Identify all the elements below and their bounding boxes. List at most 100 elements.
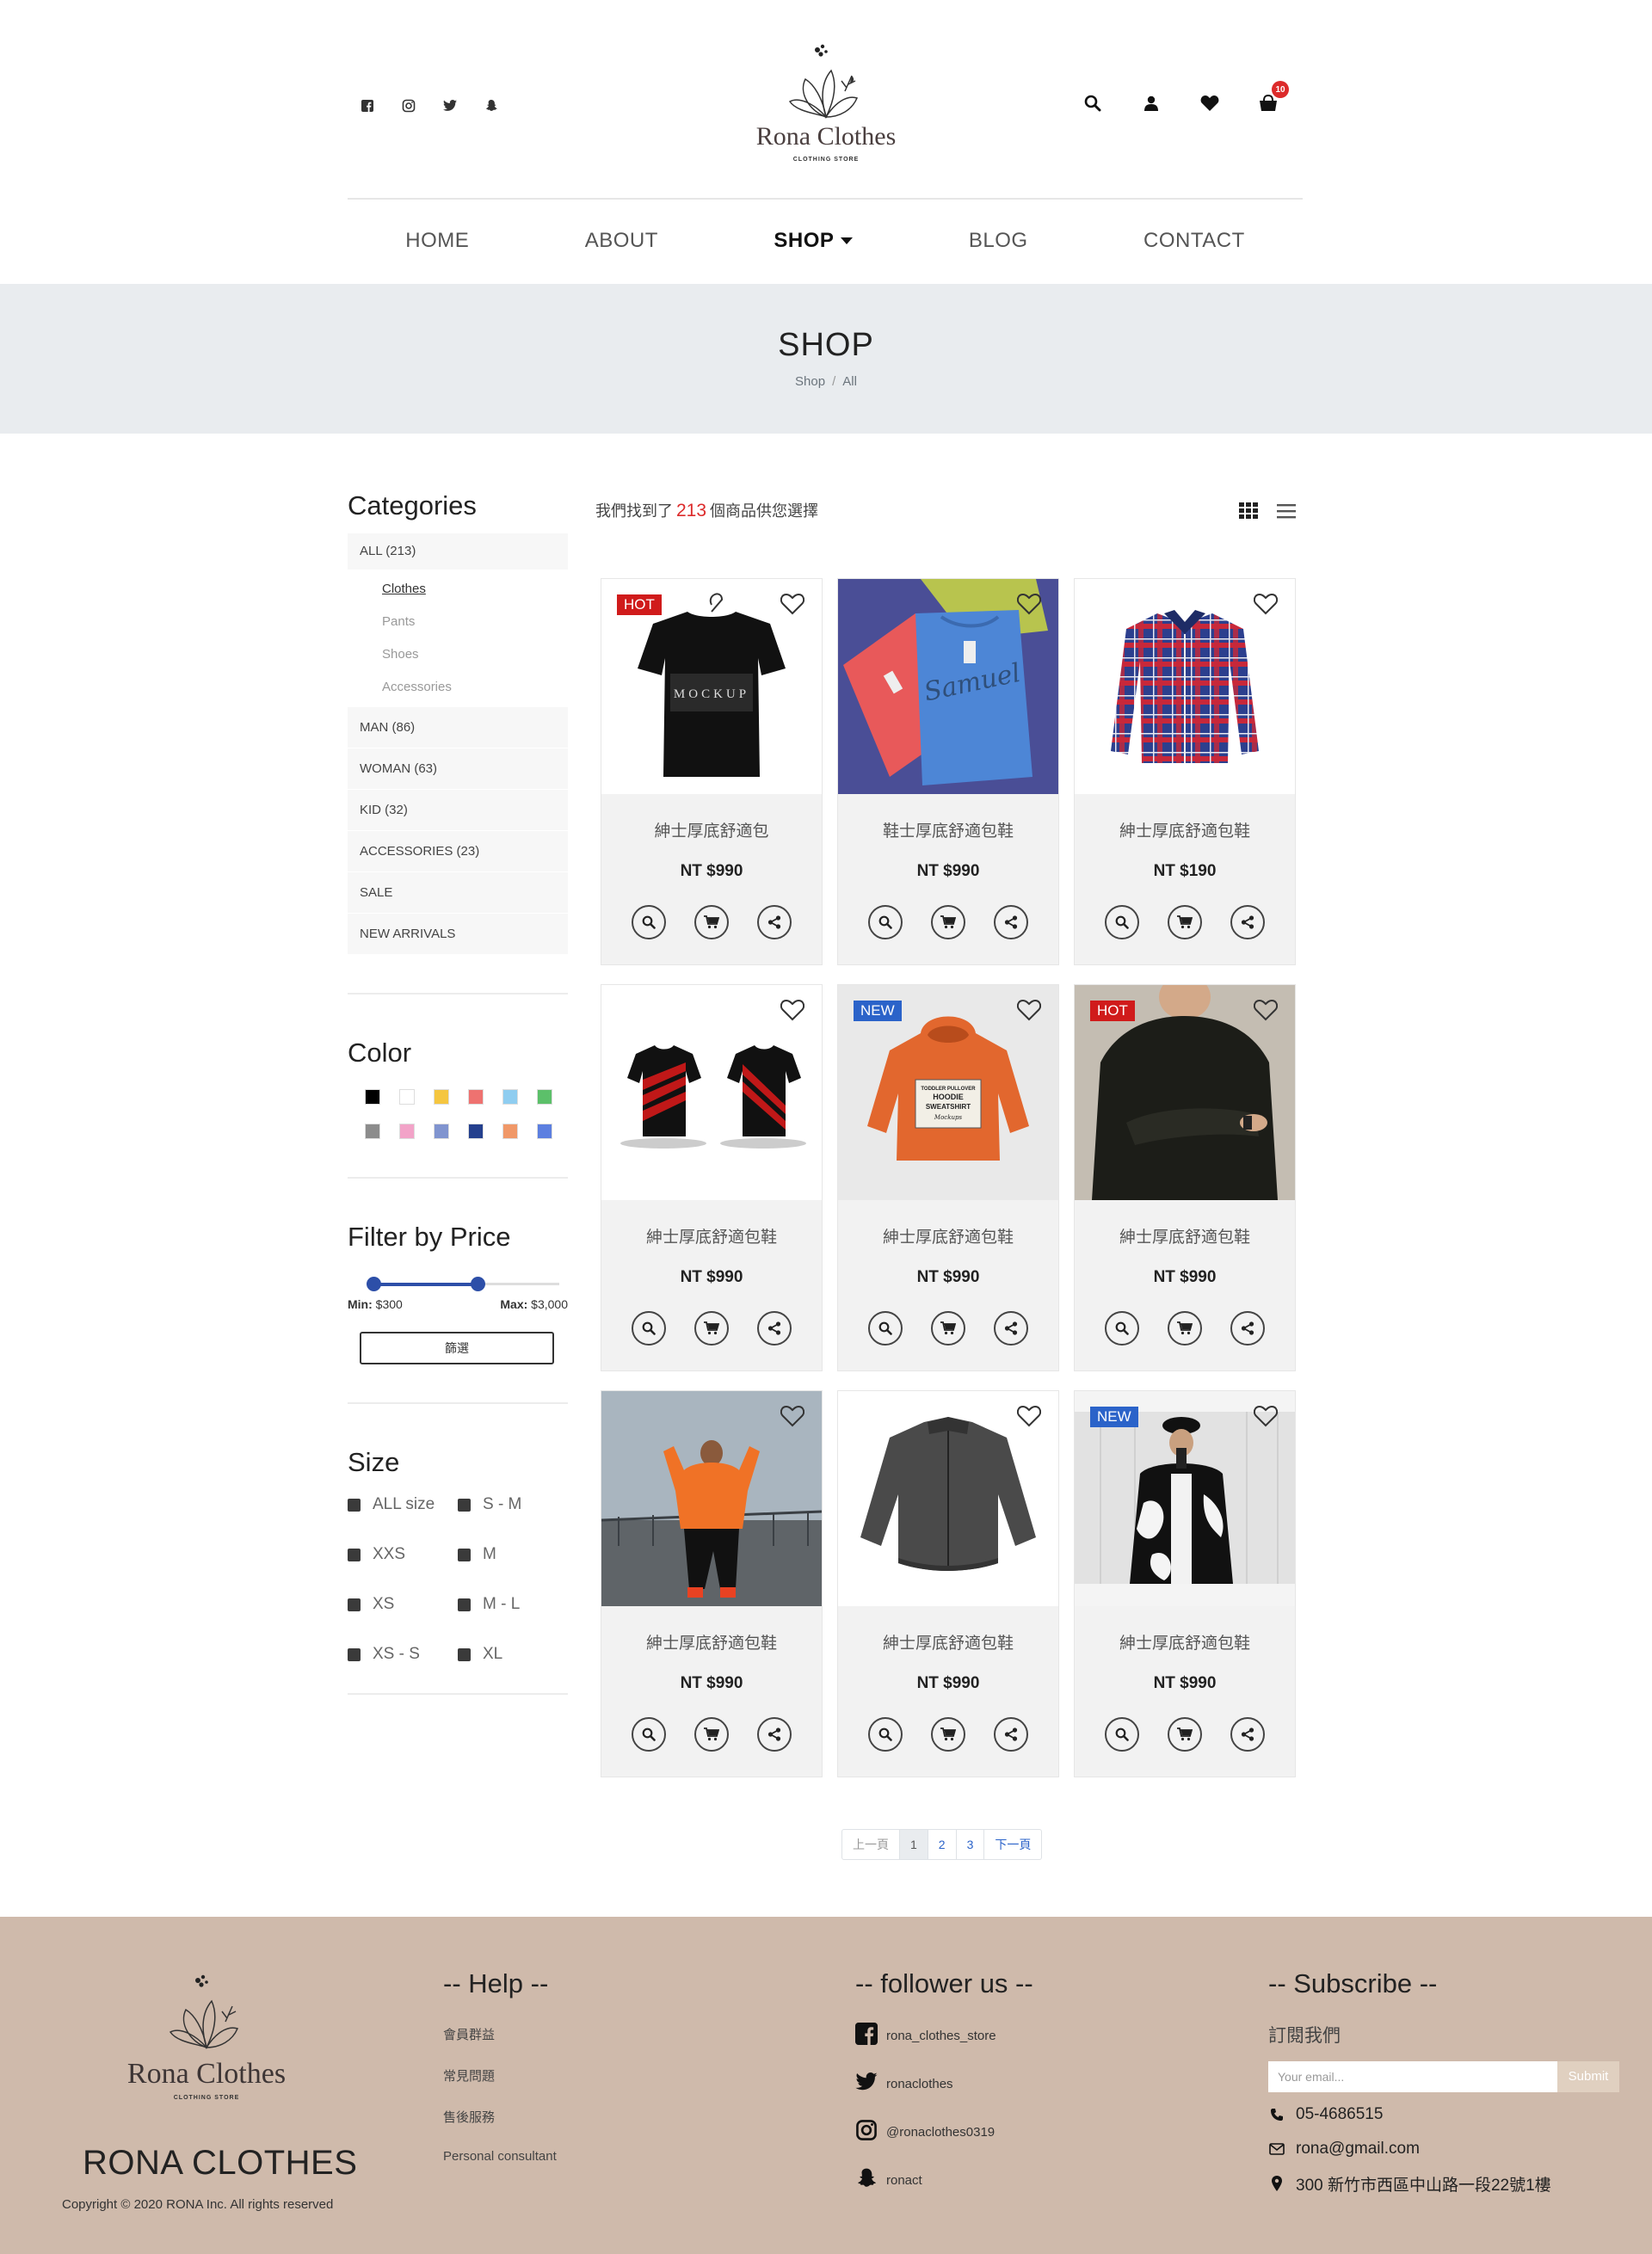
quick-view-search-icon[interactable] — [1105, 1717, 1139, 1752]
heart-outline-icon[interactable] — [1253, 1405, 1279, 1427]
product-name[interactable]: 紳士厚底舒適包鞋 — [1075, 1224, 1295, 1247]
product-name[interactable]: 紳士厚底舒適包鞋 — [601, 1224, 822, 1247]
category-sale[interactable]: SALE — [348, 872, 568, 914]
product-image[interactable]: Samuel — [838, 579, 1058, 794]
add-to-cart-icon[interactable] — [1168, 1311, 1202, 1346]
nav-contact[interactable]: CONTACT — [1143, 229, 1245, 253]
product-image[interactable] — [1075, 579, 1295, 794]
footer-link-member[interactable]: 會員群益 — [443, 2025, 557, 2048]
add-to-cart-icon[interactable] — [931, 905, 965, 939]
heart-outline-icon[interactable] — [1016, 999, 1042, 1021]
size-checkbox[interactable] — [458, 1598, 471, 1611]
color-swatch[interactable] — [468, 1089, 484, 1105]
search-icon[interactable] — [1082, 93, 1103, 114]
grid-view-icon[interactable] — [1239, 502, 1258, 524]
color-swatch[interactable] — [537, 1124, 552, 1139]
color-swatch[interactable] — [365, 1089, 380, 1105]
pagination-page-1[interactable]: 1 — [900, 1830, 928, 1859]
product-card[interactable]: 紳士厚底舒適包鞋 NT $990 — [601, 984, 823, 1371]
pagination-page-2[interactable]: 2 — [928, 1830, 957, 1859]
share-icon[interactable] — [1230, 1311, 1265, 1346]
quick-view-search-icon[interactable] — [632, 905, 666, 939]
quick-view-search-icon[interactable] — [1105, 905, 1139, 939]
facebook-icon[interactable] — [360, 98, 375, 114]
share-icon[interactable] — [757, 1311, 792, 1346]
size-checkbox[interactable] — [458, 1548, 471, 1561]
product-image[interactable]: MOCKUP HOT — [601, 579, 822, 794]
product-card[interactable]: HOT 紳士厚底舒適包鞋 NT $990 — [1074, 984, 1296, 1371]
size-option-xs[interactable]: XS — [348, 1595, 458, 1614]
add-to-cart-icon[interactable] — [694, 905, 729, 939]
color-swatch[interactable] — [537, 1089, 552, 1105]
footer-link-service[interactable]: 售後服務 — [443, 2108, 557, 2130]
quick-view-search-icon[interactable] — [632, 1311, 666, 1346]
share-icon[interactable] — [757, 1717, 792, 1752]
slider-min-handle[interactable] — [367, 1277, 381, 1291]
category-kid[interactable]: KID (32) — [348, 790, 568, 831]
wishlist-heart-icon[interactable] — [1199, 93, 1220, 114]
quick-view-search-icon[interactable] — [868, 1311, 903, 1346]
site-logo[interactable]: Rona Clothes CLOTHING STORE — [749, 41, 903, 170]
quick-view-search-icon[interactable] — [632, 1717, 666, 1752]
add-to-cart-icon[interactable] — [1168, 1717, 1202, 1752]
color-swatch[interactable] — [365, 1124, 380, 1139]
share-icon[interactable] — [1230, 905, 1265, 939]
footer-snapchat-link[interactable]: ronact — [855, 2166, 1033, 2194]
heart-outline-icon[interactable] — [1016, 1405, 1042, 1427]
add-to-cart-icon[interactable] — [1168, 905, 1202, 939]
heart-outline-icon[interactable] — [1016, 593, 1042, 615]
size-checkbox[interactable] — [458, 1647, 471, 1661]
heart-outline-icon[interactable] — [1253, 999, 1279, 1021]
product-image[interactable] — [601, 985, 822, 1200]
size-checkbox[interactable] — [458, 1498, 471, 1512]
size-checkbox[interactable] — [348, 1598, 361, 1611]
filter-button[interactable]: 篩選 — [360, 1332, 554, 1364]
product-name[interactable]: 紳士厚底舒適包鞋 — [1075, 1630, 1295, 1654]
product-image[interactable] — [601, 1391, 822, 1606]
product-image[interactable]: HOT — [1075, 985, 1295, 1200]
quick-view-search-icon[interactable] — [868, 1717, 903, 1752]
contact-email-text[interactable]: rona@gmail.com — [1296, 2140, 1420, 2159]
color-swatch[interactable] — [399, 1124, 415, 1139]
category-accessories[interactable]: ACCESSORIES (23) — [348, 831, 568, 872]
color-swatch[interactable] — [502, 1124, 518, 1139]
product-name[interactable]: 紳士厚底舒適包鞋 — [838, 1630, 1058, 1654]
submit-button[interactable]: Submit — [1557, 2061, 1619, 2092]
pagination-prev[interactable]: 上一頁 — [842, 1830, 900, 1859]
slider-max-handle[interactable] — [471, 1277, 485, 1291]
color-swatch[interactable] — [399, 1089, 415, 1105]
heart-outline-icon[interactable] — [780, 1405, 805, 1427]
footer-logo[interactable]: Rona Clothes CLOTHING STORE — [120, 1972, 293, 2109]
product-name[interactable]: 紳士厚底舒適包鞋 — [1075, 818, 1295, 841]
color-swatch[interactable] — [502, 1089, 518, 1105]
product-name[interactable]: 紳士厚底舒適包 — [601, 818, 822, 841]
breadcrumb-shop[interactable]: Shop — [795, 374, 825, 389]
product-card[interactable]: TODDLER PULLOVER HOODIE SWEATSHIRT Mocku… — [837, 984, 1059, 1371]
nav-home[interactable]: HOME — [405, 229, 469, 253]
add-to-cart-icon[interactable] — [694, 1311, 729, 1346]
email-input[interactable]: Your email... — [1268, 2061, 1557, 2092]
size-option-xs-s[interactable]: XS - S — [348, 1645, 458, 1664]
share-icon[interactable] — [757, 905, 792, 939]
category-new-arrivals[interactable]: NEW ARRIVALS — [348, 914, 568, 955]
instagram-icon[interactable] — [401, 98, 416, 114]
snapchat-icon[interactable] — [484, 98, 499, 114]
nav-blog[interactable]: BLOG — [969, 229, 1028, 253]
size-checkbox[interactable] — [348, 1647, 361, 1661]
product-card[interactable]: MOCKUP HOT 紳士厚底舒適包 NT $990 — [601, 578, 823, 965]
list-view-icon[interactable] — [1277, 502, 1296, 524]
heart-outline-icon[interactable] — [1253, 593, 1279, 615]
size-checkbox[interactable] — [348, 1498, 361, 1512]
user-icon[interactable] — [1141, 93, 1162, 114]
product-name[interactable]: 紳士厚底舒適包鞋 — [601, 1630, 822, 1654]
add-to-cart-icon[interactable] — [694, 1717, 729, 1752]
share-icon[interactable] — [994, 1717, 1028, 1752]
category-woman[interactable]: WOMAN (63) — [348, 748, 568, 790]
size-option-xl[interactable]: XL — [458, 1645, 568, 1664]
pagination-page-3[interactable]: 3 — [957, 1830, 985, 1859]
footer-link-consultant[interactable]: Personal consultant — [443, 2149, 557, 2171]
footer-twitter-link[interactable]: ronaclothes — [855, 2070, 1033, 2097]
subcategory-pants[interactable]: Pants — [382, 606, 568, 638]
product-image[interactable]: TODDLER PULLOVER HOODIE SWEATSHIRT Mocku… — [838, 985, 1058, 1200]
subcategory-clothes[interactable]: Clothes — [382, 573, 568, 606]
